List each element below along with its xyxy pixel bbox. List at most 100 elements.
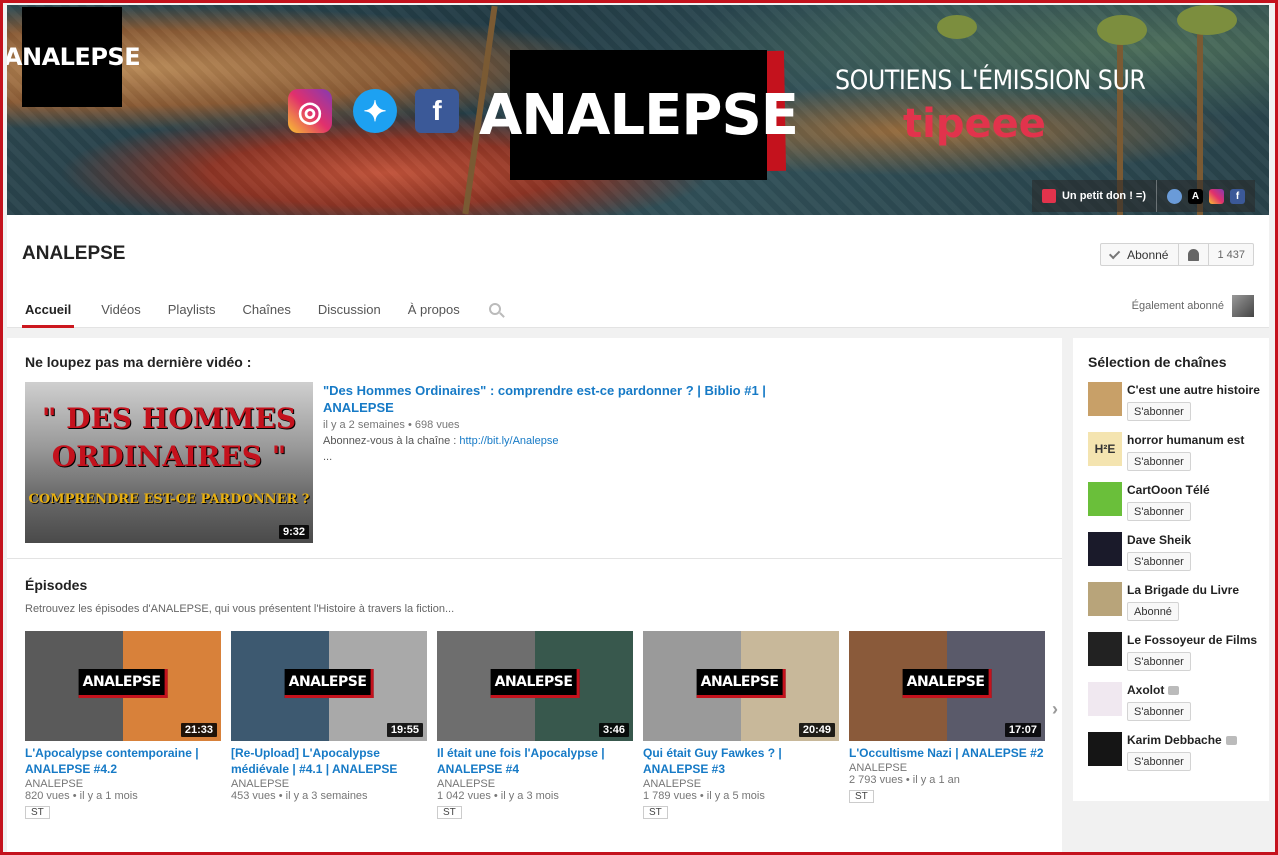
episode-thumbnail[interactable]: ANALEPSE 3:46 (437, 631, 633, 741)
subscribe-button[interactable]: S'abonner (1127, 502, 1191, 521)
episode-card[interactable]: ANALEPSE 3:46 Il était une fois l'Apocal… (437, 631, 633, 820)
tab-discussion[interactable]: Discussion (318, 302, 381, 328)
episode-card[interactable]: ANALEPSE 21:33 L'Apocalypse contemporain… (25, 631, 221, 820)
video-duration: 20:49 (798, 723, 835, 737)
episode-title[interactable]: Qui était Guy Fawkes ? | ANALEPSE #3 (643, 745, 839, 777)
episode-views: 1 789 vues (643, 790, 697, 802)
episode-channel[interactable]: ANALEPSE (437, 778, 633, 790)
featured-channel-name[interactable]: Dave Sheik (1127, 533, 1262, 547)
search-icon[interactable] (488, 303, 501, 315)
episode-channel[interactable]: ANALEPSE (849, 762, 1045, 774)
banner-big-logo: ANALEPSE (479, 50, 799, 180)
tab-accueil[interactable]: Accueil (22, 302, 75, 328)
channel-avatar[interactable] (1088, 482, 1122, 516)
latest-video-section: Ne loupez pas ma dernière vidéo : " DES … (7, 338, 1062, 559)
donation-link[interactable]: Un petit don ! =) (1032, 180, 1156, 212)
featured-channel-name[interactable]: C'est une autre histoire (1127, 383, 1262, 397)
description-text: Abonnez-vous à la chaîne : (323, 435, 460, 447)
channel-avatar[interactable] (1088, 582, 1122, 616)
channel-avatar[interactable]: H²E (1088, 432, 1122, 466)
episodes-heading[interactable]: Épisodes (25, 577, 87, 593)
check-icon (1109, 247, 1121, 259)
tab-playlists[interactable]: Playlists (168, 302, 216, 328)
description-link[interactable]: http://bit.ly/Analepse (459, 435, 558, 447)
episode-age: il y a 5 mois (706, 790, 765, 802)
subscribe-button[interactable]: S'abonner (1127, 402, 1191, 421)
latest-video-title[interactable]: "Des Hommes Ordinaires" : comprendre est… (323, 382, 783, 416)
globe-icon[interactable] (1167, 188, 1182, 204)
episode-channel[interactable]: ANALEPSE (643, 778, 839, 790)
episode-title[interactable]: [Re-Upload] L'Apocalypse médiévale | #4.… (231, 745, 427, 777)
episode-thumbnail[interactable]: ANALEPSE 17:07 (849, 631, 1045, 741)
episode-views: 820 vues (25, 790, 70, 802)
main-content: Ne loupez pas ma dernière vidéo : " DES … (7, 338, 1062, 855)
support-text: SOUTIENS L'ÉMISSION SUR (835, 65, 1146, 96)
notification-bell-button[interactable] (1179, 244, 1210, 265)
episode-views: 2 793 vues (849, 774, 903, 786)
episode-card[interactable]: ANALEPSE 20:49 Qui était Guy Fawkes ? | … (643, 631, 839, 820)
channel-avatar[interactable] (1088, 732, 1122, 766)
episode-title[interactable]: L'Apocalypse contemporaine | ANALEPSE #4… (25, 745, 221, 777)
episode-age: il y a 1 mois (79, 790, 138, 802)
channel-title[interactable]: ANALEPSE (22, 243, 125, 265)
tipeee-logo: tipeee (903, 101, 1046, 147)
featured-channel-name[interactable]: Axolot (1127, 683, 1262, 697)
instagram-icon[interactable]: ◎ (288, 89, 332, 133)
avatar[interactable] (1232, 295, 1254, 317)
episode-title[interactable]: L'Occultisme Nazi | ANALEPSE #2 (849, 745, 1045, 761)
episode-channel[interactable]: ANALEPSE (25, 778, 221, 790)
subscribed-button[interactable]: Abonné (1101, 244, 1180, 265)
episodes-description: Retrouvez les épisodes d'ANALEPSE, qui v… (25, 603, 455, 615)
chevron-right-icon[interactable]: › (1052, 699, 1058, 720)
channel-name-text: horror humanum est (1127, 433, 1245, 447)
tab-a-propos[interactable]: À propos (408, 302, 460, 328)
video-views: 698 vues (414, 419, 460, 431)
subscribe-button[interactable]: S'abonner (1127, 752, 1191, 771)
featured-channel-name[interactable]: CartOoon Télé (1127, 483, 1262, 497)
featured-channel-name[interactable]: horror humanum est (1127, 433, 1262, 447)
episode-age: il y a 1 an (912, 774, 960, 786)
episode-channel[interactable]: ANALEPSE (231, 778, 427, 790)
episode-thumbnail[interactable]: ANALEPSE 21:33 (25, 631, 221, 741)
channel-avatar[interactable] (1088, 682, 1122, 716)
episode-card[interactable]: ANALEPSE 17:07 L'Occultisme Nazi | ANALE… (849, 631, 1045, 820)
banner-leaf (1097, 15, 1147, 45)
instagram-small-icon[interactable] (1209, 188, 1224, 204)
facebook-icon[interactable]: f (415, 89, 459, 133)
episode-card[interactable]: ANALEPSE 19:55 [Re-Upload] L'Apocalypse … (231, 631, 427, 820)
tab-chaines[interactable]: Chaînes (242, 302, 290, 328)
episode-logo: ANALEPSE (490, 669, 580, 698)
episode-meta: 453 vues • il y a 3 semaines (231, 790, 368, 802)
episode-thumbnail[interactable]: ANALEPSE 20:49 (643, 631, 839, 741)
channel-banner: ANALEPSE ◎ ✦ f ANALEPSE SOUTIENS L'ÉMISS… (7, 5, 1269, 215)
subscribe-button[interactable]: S'abonner (1127, 652, 1191, 671)
episode-meta: 1 789 vues • il y a 5 mois (643, 790, 765, 802)
tab-videos[interactable]: Vidéos (101, 302, 141, 328)
subtitles-badge: ST (25, 806, 50, 819)
subscribe-button[interactable]: S'abonner (1127, 552, 1191, 571)
analepse-icon[interactable]: A (1188, 188, 1203, 204)
episode-logo: ANALEPSE (78, 669, 168, 698)
episode-thumbnail[interactable]: ANALEPSE 19:55 (231, 631, 427, 741)
subscribe-button[interactable]: Abonné (1127, 602, 1179, 621)
subscribe-button[interactable]: S'abonner (1127, 702, 1191, 721)
featured-channel-name[interactable]: La Brigade du Livre (1127, 583, 1262, 597)
channel-header: ANALEPSE Abonné 1 437 Accueil Vidéos Pla… (7, 215, 1269, 328)
thumbnail-text: " DES HOMMES (41, 402, 297, 435)
description-more: ... (323, 451, 333, 463)
featured-channel-item: La Brigade du Livre Abonné (1088, 582, 1264, 632)
facebook-small-icon[interactable]: f (1230, 188, 1245, 204)
tipeee-icon (1041, 189, 1056, 203)
latest-video-thumbnail[interactable]: " DES HOMMES ORDINAIRES " COMPRENDRE EST… (25, 382, 313, 543)
channel-avatar[interactable] (1088, 532, 1122, 566)
episode-title[interactable]: Il était une fois l'Apocalypse | ANALEPS… (437, 745, 633, 777)
channel-avatar[interactable] (1088, 632, 1122, 666)
twitter-icon[interactable]: ✦ (353, 89, 397, 133)
featured-channel-name[interactable]: Le Fossoyeur de Films (1127, 633, 1262, 647)
featured-channels-list: C'est une autre histoire S'abonner H²E h… (1088, 382, 1264, 782)
banner-mini-icons: A f (1156, 180, 1255, 212)
featured-channel-name[interactable]: Karim Debbache (1127, 733, 1262, 747)
banner-logo[interactable]: ANALEPSE (7, 7, 141, 107)
channel-avatar[interactable] (1088, 382, 1122, 416)
subscribe-button[interactable]: S'abonner (1127, 452, 1191, 471)
